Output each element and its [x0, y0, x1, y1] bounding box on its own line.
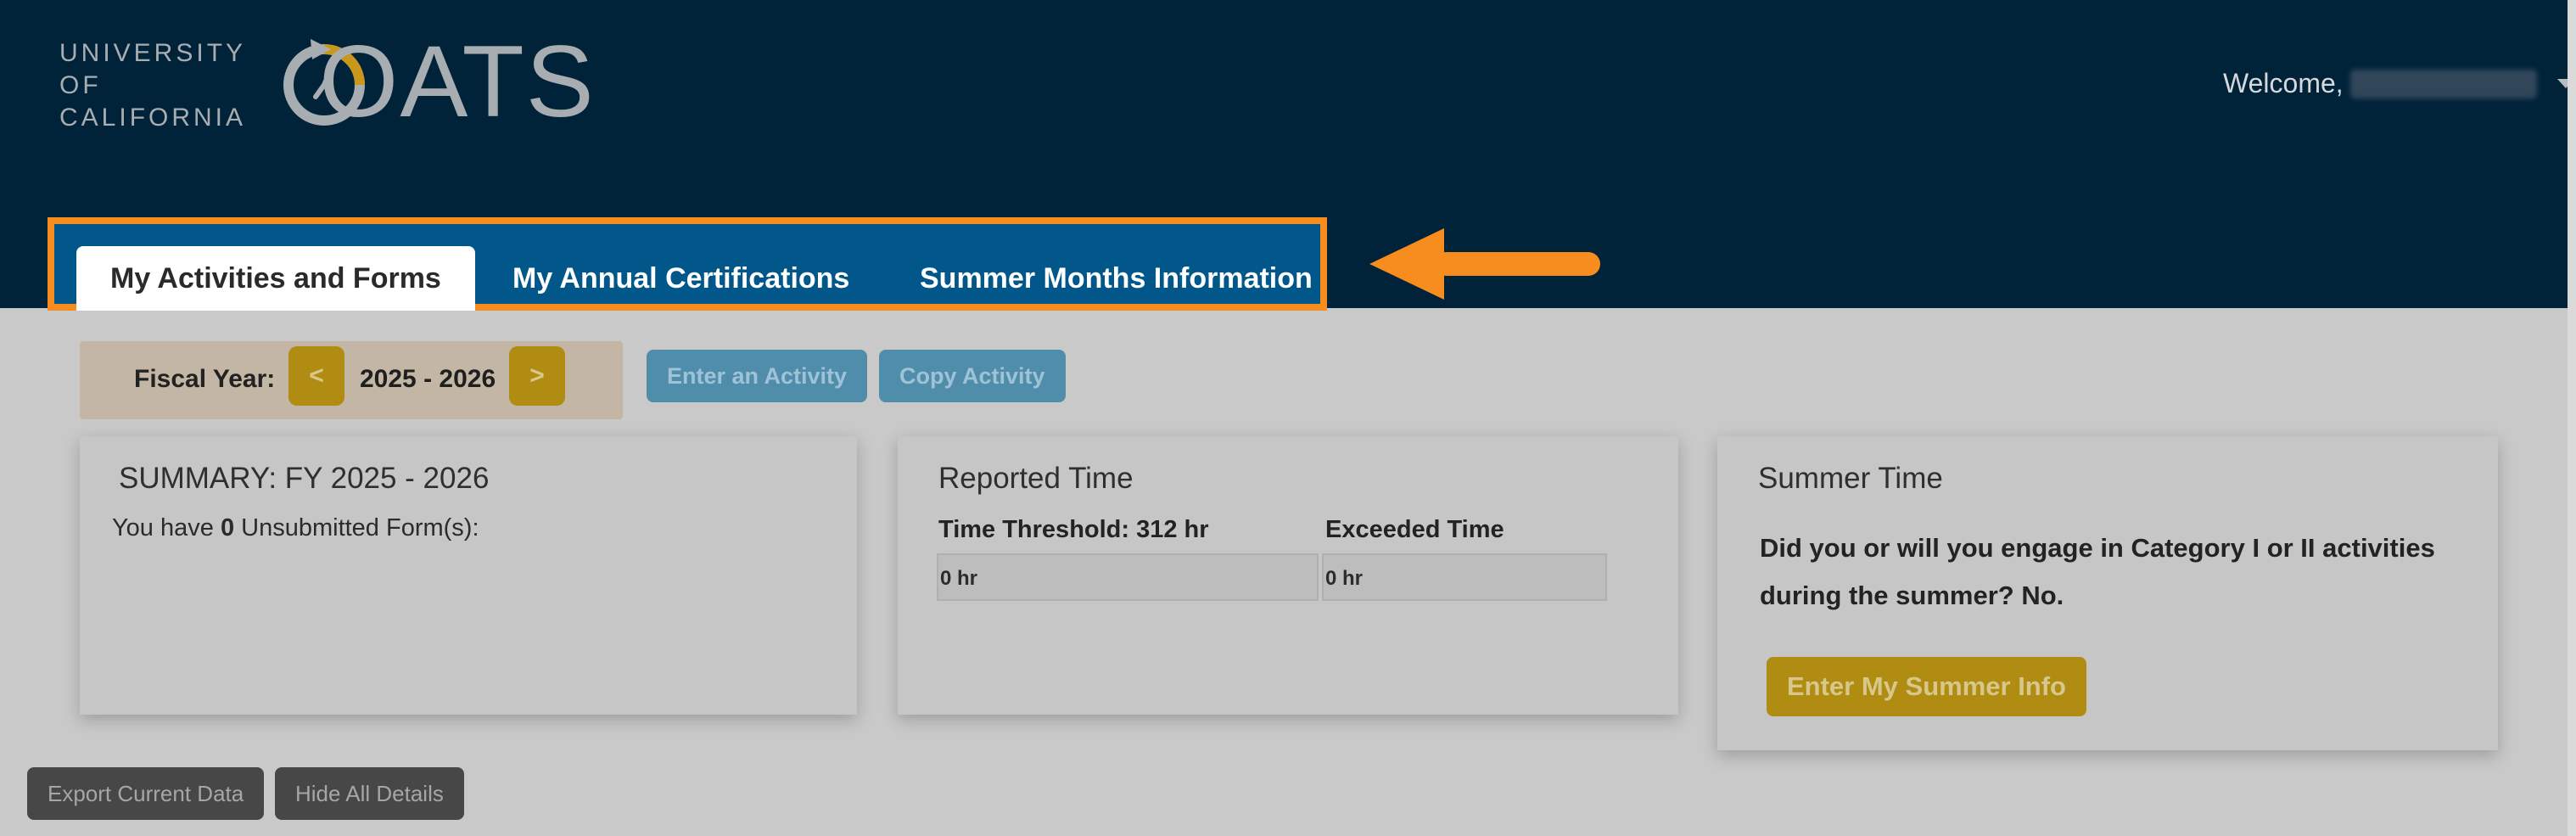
reported-time-title: Reported Time	[938, 462, 1134, 495]
unsubmitted-suffix: Unsubmitted Form(s):	[234, 514, 479, 541]
uc-logo: UNIVERSITY OF CALIFORNIA	[59, 37, 246, 134]
fiscal-year-selector: Fiscal Year: < 2025 - 2026 >	[80, 341, 623, 419]
summary-card: SUMMARY: FY 2025 - 2026 You have 0 Unsub…	[80, 436, 857, 715]
oats-logo-text: OATS	[319, 25, 596, 138]
summer-question-text: Did you or will you engage in Category I…	[1760, 533, 2435, 610]
enter-summer-info-button[interactable]: Enter My Summer Info	[1767, 657, 2086, 716]
time-threshold-label: Time Threshold: 312 hr	[938, 516, 1209, 543]
enter-activity-button[interactable]: Enter an Activity	[647, 350, 868, 402]
uc-logo-line: OF	[59, 71, 102, 99]
hide-all-details-button[interactable]: Hide All Details	[275, 767, 464, 820]
user-name-redacted	[2349, 69, 2537, 98]
unsubmitted-prefix: You have	[112, 514, 221, 541]
app-header: UNIVERSITY OF CALIFORNIA OATS Welcome, M…	[0, 0, 2576, 311]
scrollbar-track[interactable]	[2568, 0, 2576, 836]
tab-my-activities-and-forms[interactable]: My Activities and Forms	[76, 246, 475, 311]
main-tabs: My Activities and Forms My Annual Certif…	[48, 217, 1327, 311]
uc-logo-line: UNIVERSITY	[59, 39, 247, 67]
tab-summer-months-information[interactable]: Summer Months Information	[920, 246, 1313, 311]
previous-year-button[interactable]: <	[288, 346, 344, 406]
copy-activity-button[interactable]: Copy Activity	[879, 350, 1066, 402]
summer-time-title: Summer Time	[1758, 462, 1943, 495]
tab-my-annual-certifications[interactable]: My Annual Certifications	[512, 246, 849, 311]
reported-time-card: Reported Time Time Threshold: 312 hr Exc…	[898, 436, 1678, 715]
summer-answer-period: .	[2056, 581, 2064, 610]
next-year-button[interactable]: >	[509, 346, 565, 406]
export-current-data-button[interactable]: Export Current Data	[27, 767, 265, 820]
time-threshold-value: 0 hr	[937, 553, 1319, 601]
fiscal-year-value: 2025 - 2026	[360, 365, 496, 393]
uc-logo-line: CALIFORNIA	[59, 104, 247, 132]
summer-answer: No	[2021, 581, 2057, 610]
unsubmitted-forms-text: You have 0 Unsubmitted Form(s):	[112, 514, 479, 542]
welcome-label: Welcome,	[2223, 68, 2344, 98]
summer-time-card: Summer Time Did you or will you engage i…	[1717, 436, 2498, 750]
exceeded-time-label: Exceeded Time	[1325, 516, 1504, 543]
exceeded-time-value: 0 hr	[1322, 553, 1607, 601]
arrow-left-annotation-icon	[1369, 228, 1600, 300]
summary-title: SUMMARY: FY 2025 - 2026	[119, 462, 490, 495]
summer-question: Did you or will you engage in Category I…	[1760, 525, 2456, 620]
fiscal-year-label: Fiscal Year:	[134, 365, 276, 393]
user-menu[interactable]: Welcome,	[2223, 68, 2574, 99]
unsubmitted-count: 0	[220, 514, 235, 541]
